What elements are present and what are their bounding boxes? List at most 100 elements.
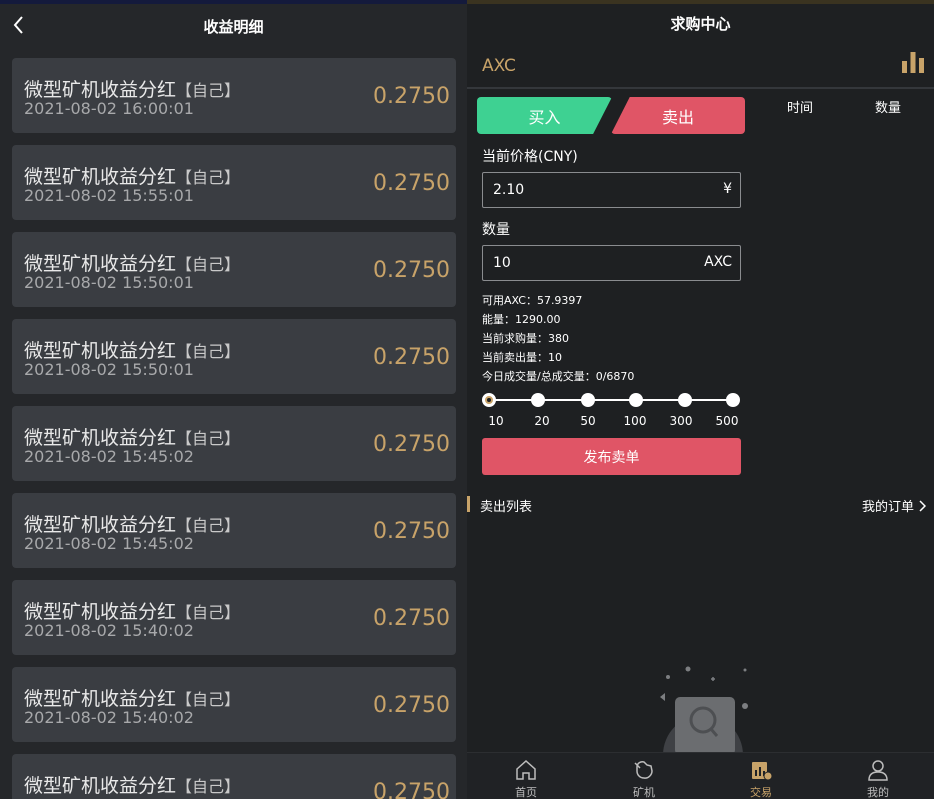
record-tag: 【自己】 xyxy=(176,516,241,535)
record-date: 2021-08-02 15:50:01 xyxy=(24,360,194,379)
tab-sell[interactable]: 卖出 xyxy=(611,97,745,134)
current-buy-volume: 当前求购量：380 xyxy=(482,332,569,345)
trade-title: 求购中心 xyxy=(670,15,731,33)
column-header-quantity: 数量 xyxy=(875,101,902,116)
price-unit: ¥ xyxy=(723,181,732,197)
my-orders-link[interactable]: 我的订单 xyxy=(862,496,926,515)
trading-symbol: AXC xyxy=(482,56,516,76)
record-date: 2021-08-02 15:55:01 xyxy=(24,186,194,205)
record-tag: 【自己】 xyxy=(176,690,241,709)
my-orders-label: 我的订单 xyxy=(861,500,914,515)
divider xyxy=(467,87,934,89)
available-balance: 可用AXC：57.9397 xyxy=(482,294,583,307)
quantity-label: 数量 xyxy=(482,222,510,238)
earning-record[interactable]: 微型矿机收益分红【自己】 2021-08-02 15:55:01 0.2750 xyxy=(12,145,456,220)
record-tag: 【自己】 xyxy=(176,255,241,274)
miner-icon xyxy=(634,761,653,779)
record-title: 微型矿机收益分红 xyxy=(24,775,177,797)
user-icon xyxy=(868,760,888,781)
earnings-header: 收益明细 xyxy=(0,4,467,48)
slider-label: 300 xyxy=(669,414,693,428)
home-icon xyxy=(516,759,536,780)
record-amount: 0.2750 xyxy=(373,171,450,196)
trade-volume: 今日成交量/总成交量：0/6870 xyxy=(482,370,635,383)
record-date: 2021-08-02 15:45:02 xyxy=(24,447,194,466)
record-title: 微型矿机收益分红 xyxy=(24,688,177,710)
tab-buy[interactable]: 买入 xyxy=(477,97,612,134)
price-value: 2.10 xyxy=(493,182,525,198)
earning-record[interactable]: 微型矿机收益分红【自己】 2021-08-02 15:40:02 0.2750 xyxy=(12,580,456,655)
page-title: 收益明细 xyxy=(203,18,264,36)
nav-mine[interactable]: 我的 xyxy=(838,753,918,799)
record-amount: 0.2750 xyxy=(373,780,450,799)
record-tag: 【自己】 xyxy=(176,429,241,448)
slider-label: 500 xyxy=(715,414,739,428)
record-tag: 【自己】 xyxy=(176,342,241,361)
earning-record[interactable]: 微型矿机收益分红【自己】 2021-08-02 15:40:02 0.2750 xyxy=(12,667,456,742)
empty-state-illustration xyxy=(660,666,748,755)
slider-stop[interactable] xyxy=(678,393,692,407)
slider-stop[interactable] xyxy=(629,393,643,407)
record-date: 2021-08-02 15:45:02 xyxy=(24,534,194,553)
record-amount: 0.2750 xyxy=(373,432,450,457)
section-marker xyxy=(467,496,470,512)
slider-label: 50 xyxy=(580,414,596,428)
slider-label: 10 xyxy=(488,414,504,428)
slider-label: 20 xyxy=(534,414,550,428)
nav-label: 首页 xyxy=(515,786,537,799)
record-tag: 【自己】 xyxy=(176,777,241,796)
price-label: 当前价格(CNY) xyxy=(482,149,578,165)
earning-record[interactable]: 微型矿机收益分红【自己】 2021-08-02 15:50:01 0.2750 xyxy=(12,319,456,394)
earnings-panel: 收益明细 微型矿机收益分红【自己】 2021-08-02 16:00:01 0.… xyxy=(0,0,467,799)
column-header-time: 时间 xyxy=(787,101,814,116)
record-amount: 0.2750 xyxy=(373,258,450,283)
record-title: 微型矿机收益分红 xyxy=(24,253,177,275)
energy-value: 能量：1290.00 xyxy=(482,313,561,326)
record-title: 微型矿机收益分红 xyxy=(24,166,177,188)
record-tag: 【自己】 xyxy=(176,81,241,100)
status-strip xyxy=(467,0,934,4)
record-date: 2021-08-02 16:00:01 xyxy=(24,99,194,118)
record-title: 微型矿机收益分红 xyxy=(24,601,177,623)
bar-chart-icon[interactable] xyxy=(901,50,925,74)
sell-list-title: 卖出列表 xyxy=(480,500,533,515)
slider-stop[interactable] xyxy=(726,393,740,407)
record-date: 2021-08-02 15:40:02 xyxy=(24,708,194,727)
slider-stop[interactable] xyxy=(482,393,496,407)
record-title: 微型矿机收益分红 xyxy=(24,427,177,449)
bottom-navigation: 首页 矿机 交易 我的 xyxy=(467,752,934,799)
nav-label: 交易 xyxy=(750,786,772,799)
record-amount: 0.2750 xyxy=(373,606,450,631)
quantity-field[interactable]: 10 AXC xyxy=(482,245,741,281)
trade-panel: 求购中心 AXC 买入 卖出 时间 数量 当前价格(CNY) 2.10 ¥ 数量… xyxy=(467,0,934,799)
price-field[interactable]: 2.10 ¥ xyxy=(482,172,741,208)
nav-miner[interactable]: 矿机 xyxy=(604,753,684,799)
record-amount: 0.2750 xyxy=(373,345,450,370)
quantity-unit: AXC xyxy=(704,254,732,270)
trade-icon xyxy=(752,762,773,781)
publish-sell-order-button[interactable]: 发布卖单 xyxy=(482,438,741,475)
nav-label: 矿机 xyxy=(633,786,655,799)
slider-stop[interactable] xyxy=(581,393,595,407)
nav-trade[interactable]: 交易 xyxy=(721,753,801,799)
record-date: 2021-08-02 15:50:01 xyxy=(24,273,194,292)
record-date: 2021-08-02 15:40:02 xyxy=(24,621,194,640)
record-amount: 0.2750 xyxy=(373,519,450,544)
record-tag: 【自己】 xyxy=(176,603,241,622)
app-screen: 收益明细 微型矿机收益分红【自己】 2021-08-02 16:00:01 0.… xyxy=(0,0,934,799)
current-sell-volume: 当前卖出量：10 xyxy=(482,351,562,364)
earning-record[interactable]: 微型矿机收益分红【自己】 0.2750 xyxy=(12,754,456,799)
quantity-value: 10 xyxy=(493,255,511,271)
earning-record[interactable]: 微型矿机收益分红【自己】 2021-08-02 15:45:02 0.2750 xyxy=(12,406,456,481)
earning-record[interactable]: 微型矿机收益分红【自己】 2021-08-02 16:00:01 0.2750 xyxy=(12,58,456,133)
record-amount: 0.2750 xyxy=(373,84,450,109)
nav-home[interactable]: 首页 xyxy=(486,753,566,799)
earning-record[interactable]: 微型矿机收益分红【自己】 2021-08-02 15:50:01 0.2750 xyxy=(12,232,456,307)
slider-stop[interactable] xyxy=(531,393,545,407)
record-title: 微型矿机收益分红 xyxy=(24,79,177,101)
earning-record[interactable]: 微型矿机收益分红【自己】 2021-08-02 15:45:02 0.2750 xyxy=(12,493,456,568)
record-title: 微型矿机收益分红 xyxy=(24,514,177,536)
record-amount: 0.2750 xyxy=(373,693,450,718)
slider-label: 100 xyxy=(623,414,647,428)
quantity-slider-track[interactable] xyxy=(489,399,733,401)
